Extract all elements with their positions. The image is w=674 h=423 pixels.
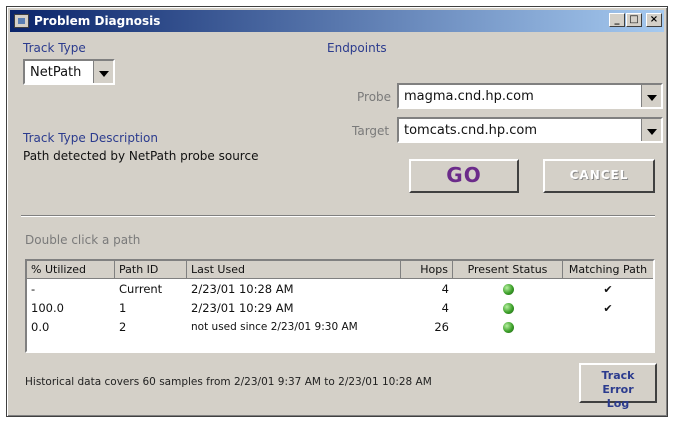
checkmark-icon: ✔ (603, 283, 613, 296)
probe-select[interactable]: magma.cnd.hp.com (397, 83, 663, 109)
cell-utilized: 100.0 (31, 301, 64, 315)
paths-table[interactable]: % Utilized Path ID Last Used Hops Presen… (25, 259, 655, 353)
status-green-icon (453, 299, 563, 318)
probe-label: Probe (357, 90, 392, 104)
track-type-label: Track Type (23, 41, 86, 55)
target-select[interactable]: tomcats.cnd.hp.com (397, 117, 663, 143)
cell-utilized: - (31, 282, 36, 296)
cell-last-used: 2/23/01 10:28 AM (191, 282, 294, 296)
column-header-path-id[interactable]: Path ID (115, 261, 187, 279)
cell-hops: 26 (434, 320, 449, 334)
track-error-log-button[interactable]: Track Error Log (579, 363, 657, 410)
track-type-value: NetPath (30, 65, 82, 80)
cell-last-used: not used since 2/23/01 9:30 AM (191, 321, 358, 333)
go-button[interactable]: GO (409, 159, 519, 193)
status-green-icon (453, 280, 563, 299)
target-label: Target (352, 124, 390, 138)
chevron-down-icon[interactable] (641, 119, 661, 141)
app-icon (14, 14, 29, 28)
window-title: Problem Diagnosis (34, 14, 161, 28)
probe-value: magma.cnd.hp.com (404, 89, 534, 104)
title-bar[interactable]: Problem Diagnosis _ □ × (10, 10, 664, 32)
column-header-hops[interactable]: Hops (401, 261, 453, 279)
track-error-log-label: Track Error Log (601, 369, 635, 410)
maximize-button[interactable]: □ (626, 13, 642, 27)
chevron-down-icon[interactable] (93, 61, 113, 83)
cell-last-used: 2/23/01 10:29 AM (191, 301, 294, 315)
cell-path-id: Current (119, 282, 163, 296)
track-type-description-label: Track Type Description (23, 131, 158, 145)
minimize-button[interactable]: _ (609, 13, 625, 27)
cell-hops: 4 (441, 282, 449, 296)
checkmark-icon: ✔ (603, 302, 613, 315)
endpoints-label: Endpoints (327, 41, 387, 55)
chevron-down-icon[interactable] (641, 85, 661, 107)
problem-diagnosis-window: Problem Diagnosis _ □ × Track Type NetPa… (6, 6, 668, 417)
column-header-matching-path[interactable]: Matching Path (563, 261, 653, 279)
checkmark-icon (563, 318, 653, 337)
track-type-description-text: Path detected by NetPath probe source (23, 149, 259, 163)
table-caption: Double click a path (25, 233, 141, 247)
divider (21, 215, 655, 217)
track-type-select[interactable]: NetPath (23, 59, 115, 85)
cancel-button[interactable]: CANCEL (543, 159, 655, 193)
column-header-last-used[interactable]: Last Used (187, 261, 401, 279)
cell-hops: 4 (441, 301, 449, 315)
column-header-utilized[interactable]: % Utilized (27, 261, 115, 279)
close-button[interactable]: × (646, 13, 662, 27)
column-header-present-status[interactable]: Present Status (453, 261, 563, 279)
status-text: Historical data covers 60 samples from 2… (25, 376, 432, 388)
target-value: tomcats.cnd.hp.com (404, 123, 537, 138)
cell-utilized: 0.0 (31, 320, 50, 334)
status-green-icon (453, 318, 563, 337)
cell-path-id: 1 (119, 301, 127, 315)
cell-path-id: 2 (119, 320, 127, 334)
